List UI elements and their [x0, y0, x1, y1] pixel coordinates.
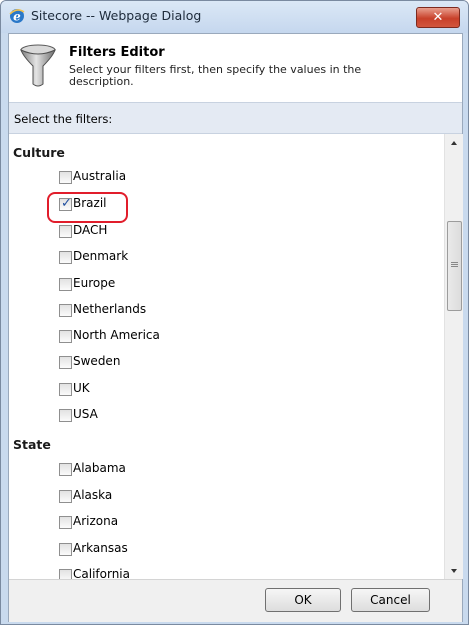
arrow-up-icon: [451, 141, 457, 145]
cancel-button[interactable]: Cancel: [351, 588, 430, 612]
title-bar: e Sitecore -- Webpage Dialog ✕: [1, 1, 468, 33]
option-label: Arkansas: [73, 541, 128, 555]
grip-icon: [451, 262, 458, 263]
option-label: Sweden: [73, 354, 121, 368]
option-label: Alaska: [73, 488, 113, 502]
select-filters-label: Select the filters:: [14, 112, 113, 126]
option-label: Denmark: [73, 249, 129, 263]
option-label: UK: [73, 381, 90, 395]
checkbox[interactable]: [59, 543, 72, 556]
checkbox[interactable]: [59, 356, 72, 369]
scroll-down-button[interactable]: [445, 562, 463, 579]
close-icon: ✕: [432, 10, 444, 25]
option-label: North America: [73, 328, 160, 342]
internet-explorer-icon: e: [9, 9, 25, 24]
vertical-scrollbar[interactable]: [444, 134, 463, 579]
checkbox[interactable]: [59, 225, 72, 238]
dialog-client: Filters Editor Select your filters first…: [8, 33, 463, 622]
checkbox[interactable]: [59, 516, 72, 529]
filter-funnel-icon: [20, 44, 56, 87]
option-label: DACH: [73, 223, 108, 237]
window-title: Sitecore -- Webpage Dialog: [31, 8, 202, 23]
checkbox[interactable]: [59, 409, 72, 422]
checkbox[interactable]: [59, 278, 72, 291]
filter-list: Culture Australia ✓ Brazil DACH Denmark …: [9, 134, 444, 579]
editor-title: Filters Editor: [69, 45, 165, 60]
checkbox[interactable]: [59, 304, 72, 317]
option-label: Arizona: [73, 514, 119, 528]
arrow-down-icon: [451, 569, 457, 573]
scroll-up-button[interactable]: [445, 134, 463, 151]
option-label: Europe: [73, 276, 116, 290]
option-label: Australia: [73, 169, 127, 183]
option-label: Netherlands: [73, 302, 147, 316]
ok-button[interactable]: OK: [265, 588, 341, 612]
checkbox[interactable]: [59, 330, 72, 343]
group-heading-culture: Culture: [13, 145, 65, 160]
editor-header: Filters Editor Select your filters first…: [9, 34, 462, 102]
option-label: USA: [73, 407, 98, 421]
highlight-annotation: [47, 192, 128, 223]
checkbox[interactable]: [59, 383, 72, 396]
scroll-thumb[interactable]: [447, 221, 462, 311]
option-label: Alabama: [73, 461, 126, 475]
editor-description: Select your filters first, then specify …: [69, 63, 362, 88]
filters-subheader: Select the filters:: [9, 102, 462, 134]
close-button[interactable]: ✕: [416, 7, 460, 28]
checkbox[interactable]: [59, 463, 72, 476]
option-label: California: [73, 567, 130, 579]
checkbox[interactable]: [59, 490, 72, 503]
checkbox[interactable]: [59, 251, 72, 264]
dialog-footer: OK Cancel: [9, 579, 462, 622]
dialog-window: e Sitecore -- Webpage Dialog ✕ Filters E…: [0, 0, 469, 625]
group-heading-state: State: [13, 437, 51, 452]
checkbox[interactable]: [59, 171, 72, 184]
checkbox[interactable]: [59, 569, 72, 579]
